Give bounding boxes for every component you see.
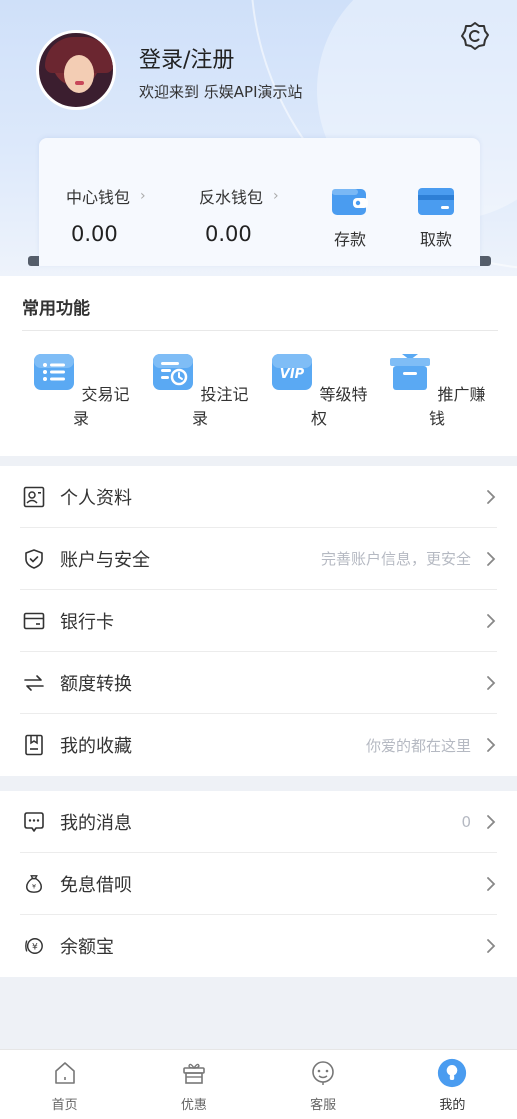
rebate-wallet-amount: 0.00 <box>205 222 252 246</box>
vip-icon: VIP <box>272 354 313 390</box>
menu-item-label: 免息借呗 <box>60 874 132 896</box>
menu-item-label: 银行卡 <box>60 611 114 633</box>
wallet-icon <box>332 189 368 215</box>
svg-text:VIP: VIP <box>280 367 305 382</box>
menu-item-messages[interactable]: 我的消息 0 <box>20 791 497 853</box>
menu-item-favorites[interactable]: 我的收藏 你爱的都在这里 <box>20 714 497 776</box>
transaction-records-label: 交易记录 <box>72 385 130 428</box>
svg-text:¥: ¥ <box>32 943 38 953</box>
settings-icon <box>461 22 489 50</box>
vip-privileges-label: 等级特权 <box>310 385 368 428</box>
bank-card-icon <box>23 612 45 629</box>
menu-item-label: 个人资料 <box>60 487 132 509</box>
welcome-text: 欢迎来到 乐娱API演示站 <box>139 83 303 101</box>
user-icon <box>438 1058 467 1088</box>
chevron-right-icon: › <box>140 188 146 204</box>
chevron-right-icon <box>487 675 496 690</box>
chevron-right-icon <box>487 738 496 752</box>
tab-label: 客服 <box>310 1098 337 1113</box>
bet-record-icon <box>153 354 194 390</box>
rebate-wallet-label: 反水钱包 <box>199 188 264 207</box>
referral-earn-label: 推广赚钱 <box>428 385 486 428</box>
avatar-lips <box>75 81 84 85</box>
bookmark-icon <box>25 734 43 756</box>
menu-item-transfer[interactable]: 额度转换 <box>20 652 497 714</box>
menu-item-account-security[interactable]: 账户与安全 完善账户信息，更安全 <box>20 528 497 590</box>
message-icon <box>24 811 44 832</box>
chevron-right-icon <box>487 814 496 829</box>
menu-item-label: 余额宝 <box>60 937 114 958</box>
bet-records-button[interactable]: 投注记录 <box>150 352 250 429</box>
transfer-icon <box>24 674 44 691</box>
chevron-right-icon <box>487 876 496 891</box>
transaction-records-button[interactable]: 交易记录 <box>31 352 131 429</box>
money-bag-icon: ¥ <box>25 874 43 893</box>
gift-icon <box>390 354 431 390</box>
profile-card-icon <box>23 486 45 507</box>
svg-text:¥: ¥ <box>32 883 36 890</box>
login-register-link[interactable]: 登录/注册 <box>139 42 234 74</box>
common-functions: 常用功能 交易记录 投注记录 VIP 等级特权 推广赚钱 <box>0 276 517 456</box>
menu-item-hint: 完善账户信息，更安全 <box>320 550 471 568</box>
tab-customer-service[interactable]: 客服 <box>259 1050 388 1119</box>
settings-button[interactable] <box>459 20 491 52</box>
center-wallet[interactable]: 中心钱包 › 0.00 <box>66 184 146 246</box>
chevron-right-icon <box>487 489 496 504</box>
shield-icon <box>25 548 43 569</box>
profile-page: 登录/注册 欢迎来到 乐娱API演示站 中心钱包 › 0.00 反水钱包 › 0… <box>0 0 517 1119</box>
withdraw-label: 取款 <box>419 230 452 249</box>
vip-privileges-button[interactable]: VIP 等级特权 <box>269 352 369 429</box>
withdraw-button[interactable]: 取款 <box>411 186 461 250</box>
menu-item-bank-card[interactable]: 银行卡 <box>20 590 497 652</box>
chevron-right-icon <box>487 939 496 953</box>
menu-group-services: 我的消息 0 ¥ 免息借呗 ¥ 余额宝 <box>0 791 517 977</box>
yen-coin-icon: ¥ <box>25 938 43 954</box>
menu-group-account: 个人资料 账户与安全 完善账户信息，更安全 银行卡 额度转换 我的收藏 你爱的都… <box>0 466 517 776</box>
referral-earn-button[interactable]: 推广赚钱 <box>387 352 487 429</box>
tab-label: 首页 <box>51 1098 78 1113</box>
deposit-label: 存款 <box>333 230 366 249</box>
menu-item-interest-free-loan[interactable]: ¥ 免息借呗 <box>20 853 497 915</box>
divider <box>22 330 498 331</box>
center-wallet-amount: 0.00 <box>71 222 118 246</box>
support-icon <box>312 1061 334 1085</box>
message-count: 0 <box>461 812 471 831</box>
deposit-button[interactable]: 存款 <box>325 186 375 250</box>
menu-item-label: 账户与安全 <box>60 549 150 571</box>
avatar-face <box>64 55 94 93</box>
common-functions-title: 常用功能 <box>22 299 90 319</box>
chevron-right-icon: › <box>273 188 279 204</box>
menu-item-hint: 你爱的都在这里 <box>365 736 471 755</box>
bet-records-label: 投注记录 <box>191 385 249 428</box>
center-wallet-label: 中心钱包 <box>66 188 131 207</box>
menu-item-profile[interactable]: 个人资料 <box>20 466 497 528</box>
profile-header: 登录/注册 欢迎来到 乐娱API演示站 中心钱包 › 0.00 反水钱包 › 0… <box>0 0 517 276</box>
wallet-card: 中心钱包 › 0.00 反水钱包 › 0.00 存款 取款 <box>39 138 480 266</box>
card-icon <box>418 188 454 215</box>
tab-promotions[interactable]: 优惠 <box>129 1050 258 1119</box>
bottom-tab-bar: 首页 优惠 客服 我的 <box>0 1049 517 1119</box>
list-icon <box>34 354 75 390</box>
tab-home[interactable]: 首页 <box>0 1050 129 1119</box>
menu-item-yuebao[interactable]: ¥ 余额宝 <box>20 915 497 977</box>
menu-item-label: 我的收藏 <box>60 736 132 757</box>
avatar[interactable] <box>36 30 116 110</box>
chevron-right-icon <box>487 551 496 566</box>
tab-label: 优惠 <box>180 1098 207 1113</box>
chevron-right-icon <box>487 613 496 628</box>
tab-label: 我的 <box>439 1098 466 1113</box>
menu-item-label: 额度转换 <box>60 673 132 695</box>
gift-box-icon <box>183 1063 205 1084</box>
tab-mine[interactable]: 我的 <box>388 1050 517 1119</box>
rebate-wallet[interactable]: 反水钱包 › 0.00 <box>199 184 279 246</box>
home-icon <box>54 1062 75 1084</box>
menu-item-label: 我的消息 <box>60 812 132 834</box>
